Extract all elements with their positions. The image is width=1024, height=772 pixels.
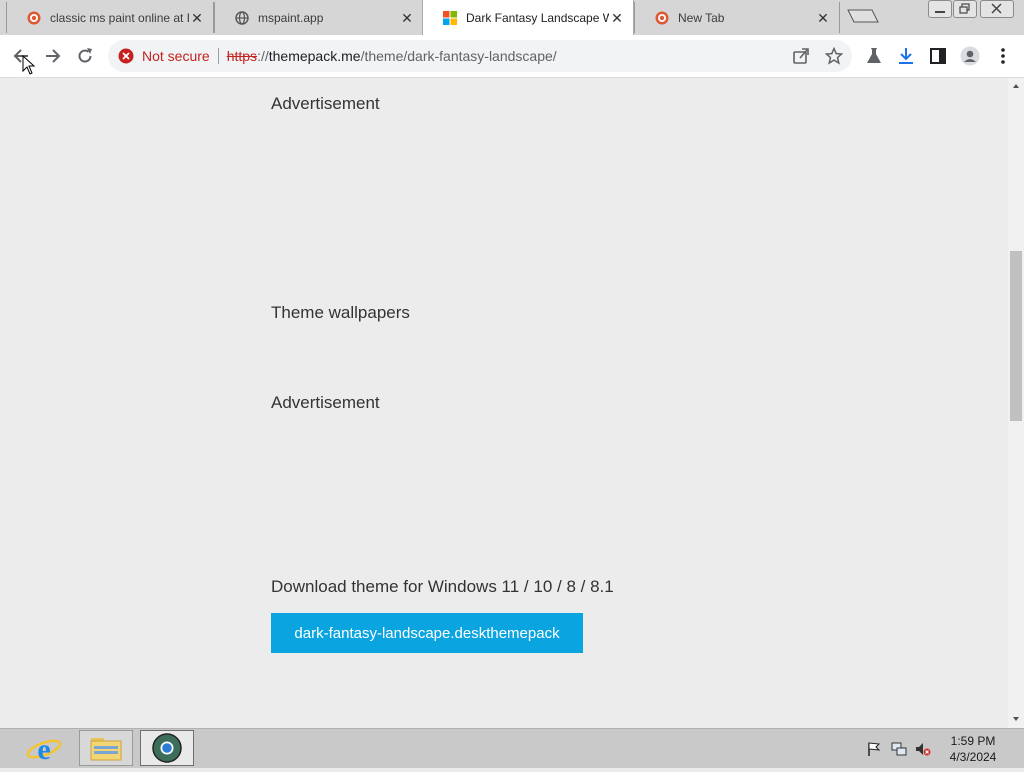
scroll-up-icon[interactable]: [1012, 82, 1020, 90]
scrollbar-thumb[interactable]: [1010, 251, 1022, 421]
duckduckgo-icon: [27, 11, 41, 24]
more-vert-icon: [1001, 48, 1005, 64]
close-icon[interactable]: ✕: [609, 10, 625, 26]
folder-icon: [90, 738, 122, 761]
windows-logo-icon: [443, 10, 457, 25]
browser-toolbar: Not secure https://themepack.me/theme/da…: [0, 35, 1024, 78]
mouse-pointer-icon: [22, 55, 36, 75]
minimize-button[interactable]: [928, 0, 952, 18]
tab-dark-fantasy-landscape[interactable]: Dark Fantasy Landscape W ✕: [422, 0, 634, 35]
vertical-scrollbar[interactable]: [1008, 78, 1024, 728]
svg-text:e: e: [37, 733, 50, 766]
forward-button[interactable]: [40, 43, 66, 69]
internet-explorer-button[interactable]: e: [22, 731, 66, 767]
globe-icon: [235, 10, 249, 25]
close-icon[interactable]: ✕: [815, 10, 831, 26]
tab-title: mspaint.app: [258, 10, 324, 25]
download-theme-heading: Download theme for Windows 11 / 10 / 8 /…: [271, 577, 614, 596]
share-icon: [793, 48, 809, 64]
advertisement-label: Advertisement: [271, 94, 380, 113]
tab-new-tab[interactable]: New Tab ✕: [634, 2, 840, 33]
side-panel-icon: [930, 48, 946, 64]
restore-icon: [959, 3, 970, 14]
chrome-taskbar-button[interactable]: [140, 730, 194, 766]
window-close-button[interactable]: [980, 0, 1014, 18]
action-center-flag-icon[interactable]: [866, 741, 882, 757]
tab-strip: classic ms paint online at D ✕ mspaint.a…: [0, 0, 1024, 35]
tab-title: classic ms paint online at D: [50, 10, 189, 25]
minimize-icon: [935, 11, 945, 13]
scroll-down-icon[interactable]: [1012, 715, 1020, 723]
reload-button[interactable]: [72, 43, 98, 69]
url-path: /theme/dark-fantasy-landscape/: [360, 48, 557, 64]
bookmark-button[interactable]: [823, 45, 845, 67]
avatar-icon: [960, 46, 980, 66]
volume-muted-icon[interactable]: [915, 741, 931, 757]
new-tab-button[interactable]: [846, 8, 880, 24]
tab-classic-ms-paint[interactable]: classic ms paint online at D ✕: [6, 2, 214, 33]
address-bar[interactable]: Not secure https://themepack.me/theme/da…: [108, 40, 852, 72]
downloads-button[interactable]: [895, 45, 917, 67]
clock-date: 4/3/2024: [949, 750, 997, 764]
restore-button[interactable]: [953, 0, 977, 18]
arrow-right-icon: [46, 49, 61, 63]
tab-title: Dark Fantasy Landscape W: [466, 10, 609, 25]
reload-icon: [78, 48, 92, 63]
url-scheme-separator: ://: [257, 48, 269, 64]
web-page: Advertisement Theme wallpapers Advertise…: [0, 78, 1008, 728]
star-icon: [825, 47, 843, 65]
system-clock[interactable]: 1:59 PM 4/3/2024: [940, 733, 1006, 765]
not-secure-icon[interactable]: [118, 48, 134, 64]
url-host: themepack.me: [268, 48, 361, 64]
taskbar: e 1:59 PM 4/3/2024: [0, 728, 1024, 768]
side-panel-button[interactable]: [927, 45, 949, 67]
close-icon[interactable]: ✕: [399, 10, 415, 26]
menu-button[interactable]: [992, 45, 1014, 67]
network-icon[interactable]: [891, 741, 907, 757]
url-scheme: https: [226, 48, 258, 64]
security-status-label[interactable]: Not secure: [142, 48, 210, 64]
duckduckgo-icon: [655, 11, 669, 24]
file-explorer-button[interactable]: [79, 730, 133, 766]
download-icon: [899, 48, 913, 64]
tab-title: New Tab: [678, 10, 725, 25]
labs-button[interactable]: [863, 45, 885, 67]
divider: [217, 48, 219, 64]
chrome-icon: [152, 733, 182, 763]
tab-mspaint-app[interactable]: mspaint.app ✕: [214, 2, 424, 33]
internet-explorer-icon: e: [26, 733, 62, 766]
url-text[interactable]: https://themepack.me/theme/dark-fantasy-…: [227, 48, 557, 64]
advertisement-label: Advertisement: [271, 393, 380, 412]
flask-icon: [867, 48, 881, 63]
theme-wallpapers-heading: Theme wallpapers: [271, 303, 410, 322]
share-button[interactable]: [790, 45, 812, 67]
close-icon[interactable]: ✕: [189, 10, 205, 26]
close-icon: [991, 3, 1002, 14]
profile-button[interactable]: [959, 45, 981, 67]
clock-time: 1:59 PM: [950, 734, 996, 748]
download-themepack-button[interactable]: dark-fantasy-landscape.deskthemepack: [271, 613, 583, 653]
